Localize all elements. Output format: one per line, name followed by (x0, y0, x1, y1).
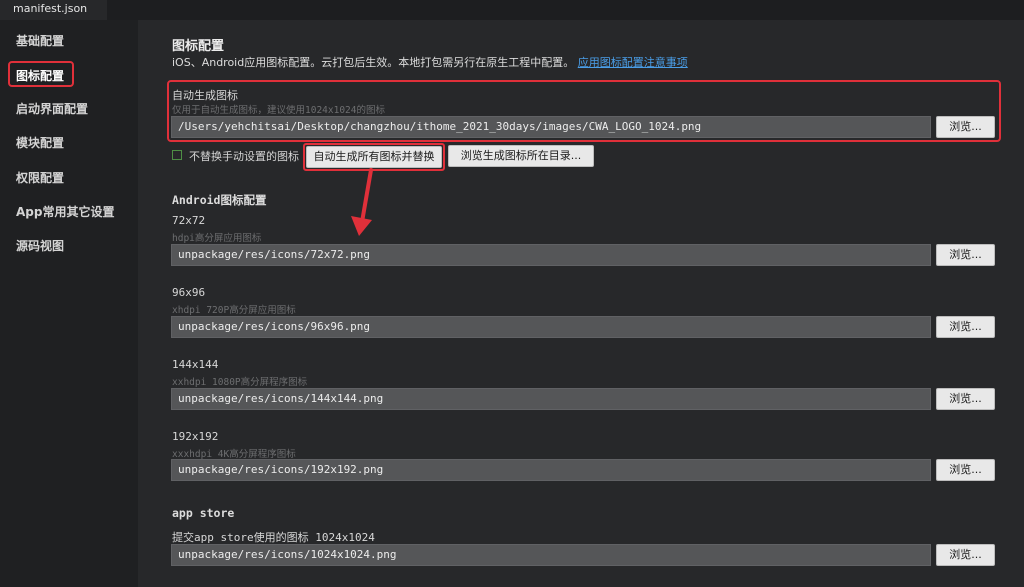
icon-72-label: 72x72 (172, 214, 206, 227)
icon-config-notes-link[interactable]: 应用图标配置注意事项 (578, 56, 688, 69)
sidebar-item-basic[interactable]: 基础配置 (8, 28, 72, 54)
tab-manifest-json[interactable]: manifest.json (0, 0, 107, 20)
icon-144-hint: xxhdpi 1080P高分屏程序图标 (172, 377, 308, 388)
icon-144-label: 144x144 (172, 358, 219, 371)
no-replace-label[interactable]: 不替换手动设置的图标 (189, 148, 299, 164)
appstore-icon-path-input[interactable]: unpackage/res/icons/1024x1024.png (171, 544, 931, 566)
icon-192-path-input[interactable]: unpackage/res/icons/192x192.png (171, 459, 931, 481)
page-description: iOS、Android应用图标配置。云打包后生效。本地打包需另行在原生工程中配置… (172, 54, 688, 70)
page-description-text: iOS、Android应用图标配置。云打包后生效。本地打包需另行在原生工程中配置… (172, 56, 575, 69)
icon-96-hint: xhdpi 720P高分屏应用图标 (172, 305, 296, 316)
android-section-title: Android图标配置 (172, 193, 267, 207)
icon-96-label: 96x96 (172, 286, 206, 299)
sidebar-item-source-view[interactable]: 源码视图 (8, 233, 72, 259)
browse-icons-dir-button[interactable]: 浏览生成图标所在目录... (448, 145, 594, 167)
appstore-icon-browse-button[interactable]: 浏览... (936, 544, 995, 566)
icon-72-browse-button[interactable]: 浏览... (936, 244, 995, 266)
icon-192-browse-button[interactable]: 浏览... (936, 459, 995, 481)
auto-icon-highlight-frame (167, 80, 1001, 142)
icon-72-hint: hdpi高分屏应用图标 (172, 233, 262, 244)
sidebar: 基础配置 图标配置 启动界面配置 模块配置 权限配置 App常用其它设置 源码视… (0, 20, 138, 587)
icon-144-browse-button[interactable]: 浏览... (936, 388, 995, 410)
icon-72-path-input[interactable]: unpackage/res/icons/72x72.png (171, 244, 931, 266)
page-title: 图标配置 (172, 39, 225, 54)
icon-96-path-input[interactable]: unpackage/res/icons/96x96.png (171, 316, 931, 338)
sidebar-item-app-other[interactable]: App常用其它设置 (8, 199, 122, 225)
appstore-section-title: app store (172, 506, 235, 520)
icon-96-browse-button[interactable]: 浏览... (936, 316, 995, 338)
editor-tab-bar: manifest.json (0, 0, 1024, 20)
generate-all-icons-button[interactable]: 自动生成所有图标并替换 (306, 146, 442, 168)
appstore-icon-label: 提交app store使用的图标 1024x1024 (172, 531, 375, 544)
sidebar-item-splash[interactable]: 启动界面配置 (8, 96, 96, 122)
icon-144-path-input[interactable]: unpackage/res/icons/144x144.png (171, 388, 931, 410)
icon-192-label: 192x192 (172, 430, 219, 443)
icon-192-hint: xxxhdpi 4K高分屏程序图标 (172, 449, 296, 460)
sidebar-item-modules[interactable]: 模块配置 (8, 130, 72, 156)
sidebar-item-permissions[interactable]: 权限配置 (8, 165, 72, 191)
sidebar-item-icons[interactable]: 图标配置 (8, 61, 75, 87)
no-replace-checkbox[interactable] (172, 150, 182, 160)
